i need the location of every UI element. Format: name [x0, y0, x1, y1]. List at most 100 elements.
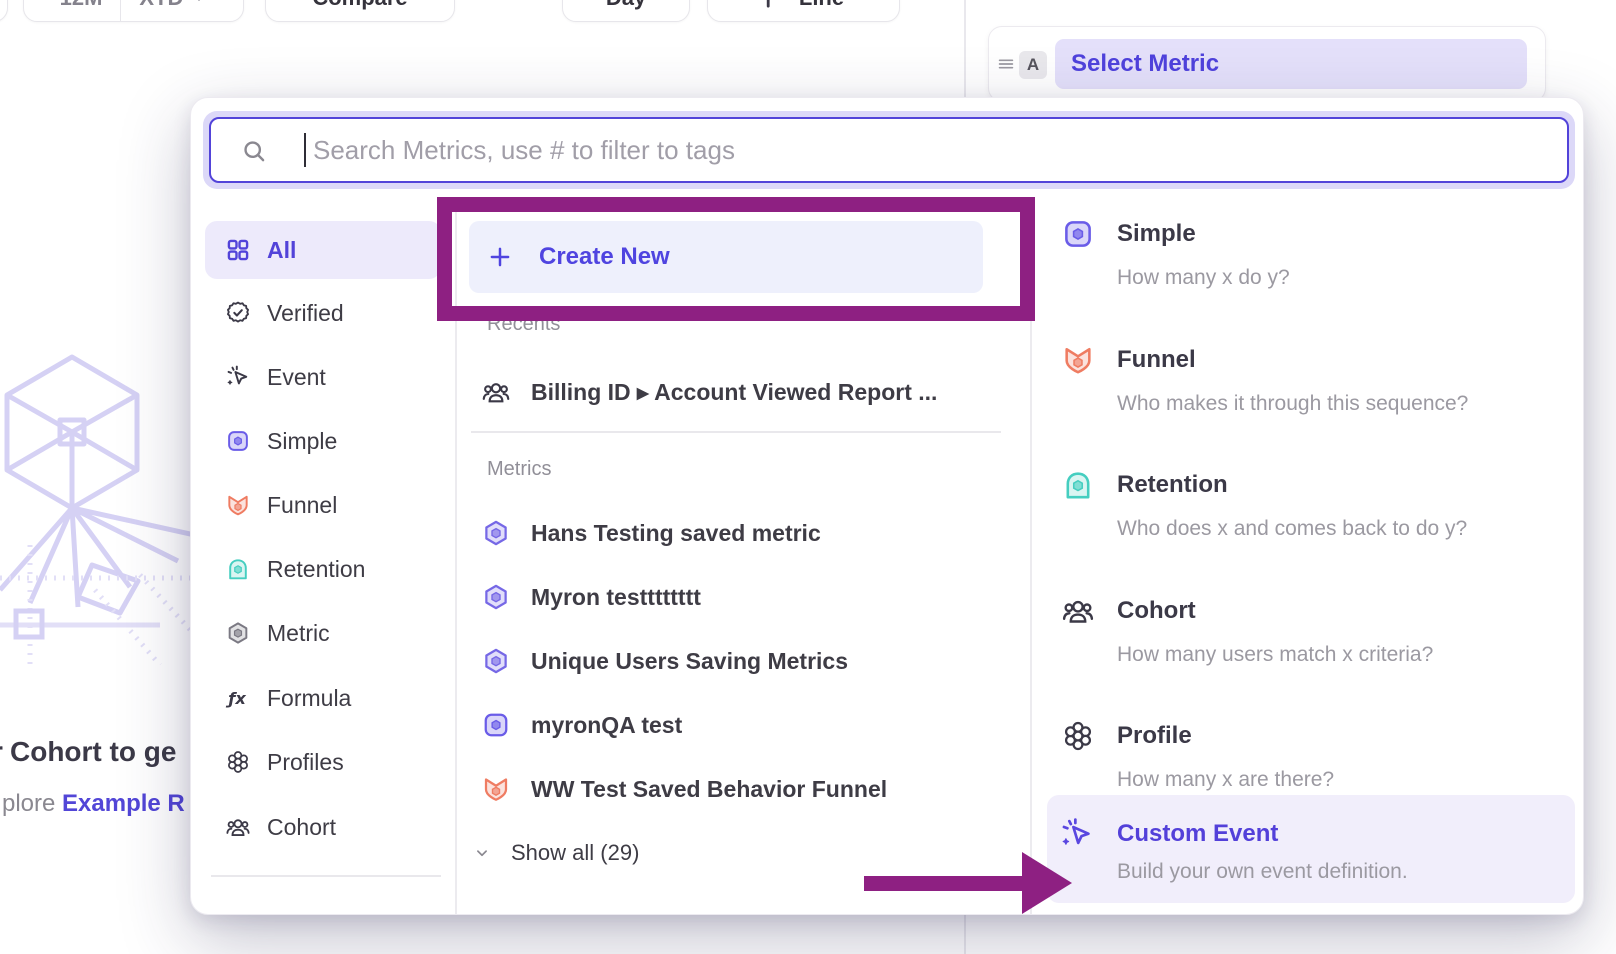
- metric-item-label: WW Test Saved Behavior Funnel: [531, 776, 887, 803]
- select-metric-button[interactable]: Select Metric: [1055, 39, 1527, 89]
- event-cursor-icon: [225, 364, 251, 390]
- sidebar-item-label: Tags: [267, 912, 316, 916]
- type-description: Who makes it through this sequence?: [1117, 391, 1468, 417]
- pane-divider: [964, 915, 966, 954]
- toolbar-fragment-button[interactable]: [0, 0, 8, 22]
- type-title: Custom Event: [1117, 819, 1278, 849]
- sidebar-item-all[interactable]: All: [205, 221, 441, 279]
- date-range-group: 12M XTD: [23, 0, 244, 22]
- show-all-label: Show all (29): [511, 840, 639, 866]
- sidebar-item-label: Event: [267, 364, 326, 391]
- type-custom-event[interactable]: Custom Event Build your own event defini…: [1047, 795, 1575, 903]
- search-icon: [241, 138, 267, 164]
- example-reports-link[interactable]: Example R: [62, 790, 185, 817]
- sidebar-item-label: Retention: [267, 556, 365, 583]
- metric-item-label: myronQA test: [531, 712, 682, 739]
- sidebar-item-verified[interactable]: Verified: [205, 289, 441, 337]
- search-input[interactable]: [311, 119, 1511, 181]
- metric-item-label: Unique Users Saving Metrics: [531, 648, 848, 675]
- saved-metric-icon: [481, 582, 511, 612]
- funnel-icon: [481, 774, 511, 804]
- empty-state-headline: Cohort to ge: [10, 736, 176, 768]
- type-description: How many x do y?: [1117, 265, 1290, 291]
- funnel-icon: [225, 492, 251, 518]
- metric-list-item[interactable]: Hans Testing saved metric: [471, 509, 1011, 557]
- type-profile[interactable]: Profile How many x are there?: [1041, 709, 1575, 805]
- cohort-icon: [225, 814, 251, 840]
- profiles-icon: [1061, 719, 1095, 753]
- sidebar-item-cohort[interactable]: Cohort: [205, 803, 441, 851]
- chevron-down-icon: [191, 0, 207, 6]
- series-badge: A: [1019, 51, 1047, 79]
- recent-item[interactable]: Billing ID ▸ Account Viewed Report ...: [471, 368, 1011, 416]
- sidebar-item-label: Formula: [267, 685, 351, 712]
- type-title: Simple: [1117, 219, 1196, 249]
- range-12m-button[interactable]: 12M: [42, 0, 121, 21]
- type-funnel[interactable]: Funnel Who makes it through this sequenc…: [1041, 333, 1575, 429]
- sidebar-item-retention[interactable]: Retention: [205, 545, 441, 593]
- sidebar-item-funnel[interactable]: Funnel: [205, 481, 441, 529]
- retention-icon: [225, 556, 251, 582]
- search-field[interactable]: [209, 117, 1569, 183]
- metric-list-item[interactable]: myronQA test: [471, 701, 1011, 749]
- empty-state-subtext: plore Example R: [2, 790, 185, 818]
- granularity-day-button[interactable]: Day: [562, 0, 690, 22]
- type-title: Profile: [1117, 721, 1192, 751]
- saved-metric-icon: [481, 518, 511, 548]
- type-description: Who does x and comes back to do y?: [1117, 516, 1467, 542]
- sidebar-item-formula[interactable]: Formula: [205, 674, 441, 722]
- empty-state-illustration: [0, 335, 195, 665]
- sidebar-item-label: Simple: [267, 428, 337, 455]
- metric-series-card: A Select Metric: [988, 26, 1546, 102]
- sidebar-item-event[interactable]: Event: [205, 353, 441, 401]
- simple-icon: [225, 428, 251, 454]
- pane-divider: [964, 0, 966, 97]
- formula-icon: [225, 685, 251, 711]
- type-title: Retention: [1117, 470, 1228, 500]
- sidebar-item-label: Verified: [267, 300, 344, 327]
- funnel-icon: [1061, 343, 1095, 377]
- verified-seal-icon: [225, 300, 251, 326]
- cohort-icon: [1061, 594, 1095, 628]
- compare-button[interactable]: Compare: [265, 0, 455, 22]
- sidebar-item-label: Metric: [267, 620, 330, 647]
- custom-event-icon: [1059, 816, 1095, 852]
- metric-list-item[interactable]: WW Test Saved Behavior Funnel: [471, 765, 1011, 813]
- metric-list-item[interactable]: Unique Users Saving Metrics: [471, 637, 1011, 685]
- sidebar-item-simple[interactable]: Simple: [205, 417, 441, 465]
- sidebar-item-label: All: [267, 237, 296, 264]
- grid-icon: [225, 237, 251, 263]
- sidebar-item-metric[interactable]: Metric: [205, 609, 441, 657]
- simple-icon: [1061, 217, 1095, 251]
- sidebar-item-label: Funnel: [267, 492, 337, 519]
- show-all-button[interactable]: Show all (29): [473, 829, 639, 877]
- metric-item-label: Hans Testing saved metric: [531, 520, 821, 547]
- metric-item-label: Myron testttttttt: [531, 584, 701, 611]
- annotation-highlight-box: [437, 197, 1035, 321]
- type-simple[interactable]: Simple How many x do y?: [1041, 207, 1575, 303]
- type-description: Build your own event definition.: [1117, 859, 1408, 885]
- type-retention[interactable]: Retention Who does x and comes back to d…: [1041, 458, 1575, 554]
- chart-type-line-button[interactable]: Line: [707, 0, 900, 22]
- type-cohort[interactable]: Cohort How many users match x criteria?: [1041, 584, 1575, 680]
- sidebar-item-profiles[interactable]: Profiles: [205, 738, 441, 786]
- line-chart-icon: [763, 0, 789, 11]
- app-root: 12M XTD Compare Day Line A Select Metric: [0, 0, 1616, 954]
- annotation-arrowhead: [1022, 852, 1072, 914]
- metrics-section-label: Metrics: [487, 458, 551, 480]
- metric-icon: [225, 620, 251, 646]
- empty-state-headline-fragment: r: [0, 736, 3, 768]
- saved-metric-icon: [481, 646, 511, 676]
- text-caret: [304, 133, 306, 167]
- explore-prefix: plore: [2, 790, 55, 817]
- section-divider: [471, 431, 1001, 433]
- type-title: Cohort: [1117, 596, 1196, 626]
- metric-list-item[interactable]: Myron testttttttt: [471, 573, 1011, 621]
- sidebar-item-label: Profiles: [267, 749, 344, 776]
- drag-handle-icon[interactable]: [995, 53, 1017, 75]
- range-xtd-button[interactable]: XTD: [120, 0, 225, 21]
- sidebar-divider: [211, 875, 441, 877]
- sidebar-item-tags[interactable]: Tags: [205, 901, 441, 915]
- profiles-icon: [225, 749, 251, 775]
- retention-icon: [1061, 468, 1095, 502]
